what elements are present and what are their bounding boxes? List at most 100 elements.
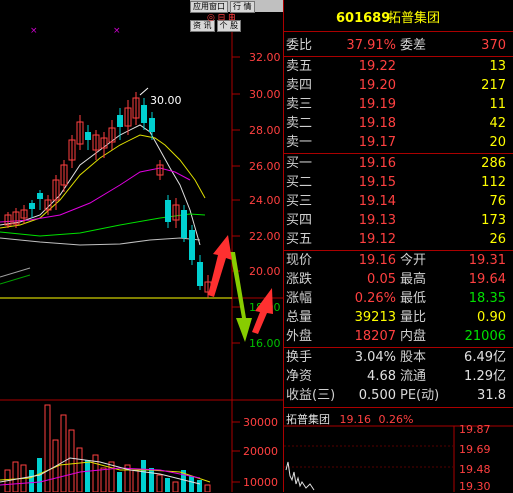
toolbar-button[interactable]: 应用窗口 (190, 1, 228, 13)
fundamental-row: 换手 3.04% 股本 6.49亿 (284, 349, 513, 367)
toolbar: 应用窗口行 情资 讯个 股 (190, 0, 283, 32)
stat-row: 总量 39213 量比 0.90 (284, 309, 513, 327)
price-label: 22.00 (249, 230, 281, 243)
ask-volume: 11 (489, 97, 506, 112)
ask-label: 卖二 (286, 116, 313, 131)
fundamental-value: 3.04% (354, 350, 396, 365)
ma-line-yellow (0, 134, 206, 229)
stat-value: 0.26% (354, 291, 396, 306)
stat-label: 涨跌 (286, 272, 313, 287)
stat-value: 39213 (354, 310, 396, 325)
fundamental-value: 4.68 (367, 369, 396, 384)
bid-row[interactable]: 买四 19.13 173 (284, 212, 513, 230)
window-controls[interactable]: ◎ ⊟ ⊞ (207, 13, 236, 23)
volume-label: 10000 (243, 476, 278, 489)
bid-volume: 76 (489, 194, 506, 209)
stat-row: 涨幅 0.26% 最低 18.35 (284, 290, 513, 308)
fundamental-label: 换手 (286, 350, 313, 365)
kline-chart[interactable]: 32.00 30.00 28.00 26.00 24.00 22.00 20.0… (0, 0, 283, 492)
bid-label: 买一 (286, 156, 313, 171)
ask-row[interactable]: 卖三 19.19 11 (284, 96, 513, 114)
ask-volume: 217 (481, 78, 506, 93)
price-label: 20.00 (249, 265, 281, 278)
ask-label: 卖五 (286, 59, 313, 74)
bid-row[interactable]: 买一 19.16 286 (284, 155, 513, 173)
price-label: 30.00 (249, 88, 281, 101)
price-label: 28.00 (249, 124, 281, 137)
stat-label: 总量 (286, 310, 313, 325)
stat-label: 最低 (400, 291, 427, 306)
fundamental-value: 31.8 (477, 388, 506, 403)
ask-price: 19.20 (358, 78, 396, 93)
committee-diff-label: 委差 (400, 38, 427, 53)
bid-volume: 112 (481, 175, 506, 190)
ma-line-white (0, 124, 201, 246)
stock-header: 601689 拓普集团 (284, 10, 513, 28)
bid-price: 19.12 (358, 232, 396, 247)
mini-axis-label: 19.87 (459, 423, 491, 436)
stat-row: 现价 19.16 今开 19.31 (284, 252, 513, 270)
stat-value: 18.35 (468, 291, 506, 306)
mini-axis-label: 19.69 (459, 443, 491, 456)
volume-label: 20000 (243, 445, 278, 458)
bid-label: 买四 (286, 213, 313, 228)
stat-value: 19.31 (468, 253, 506, 268)
price-label: 24.00 (249, 194, 281, 207)
stock-name: 拓普集团 (388, 11, 441, 26)
bid-row[interactable]: 买三 19.14 76 (284, 193, 513, 211)
ma-line-green (0, 213, 206, 237)
bid-label: 买五 (286, 232, 313, 247)
mini-axis-label: 19.30 (459, 480, 491, 493)
stat-label: 最高 (400, 272, 427, 287)
ma-line-green-bottom (0, 274, 31, 285)
quote-panel: 601689 拓普集团 委比 37.91% 委差 370 卖五 19.22 13… (283, 0, 513, 493)
stat-row: 外盘 18207 内盘 21006 (284, 328, 513, 346)
ask-volume: 13 (489, 59, 506, 74)
committee-ratio-label: 委比 (286, 38, 313, 53)
stat-value: 18207 (354, 329, 396, 344)
ask-price: 19.17 (358, 135, 396, 150)
ask-row[interactable]: 卖二 19.18 42 (284, 115, 513, 133)
marker-icon: × (113, 26, 121, 36)
fundamental-value: 0.500 (358, 388, 396, 403)
stat-label: 现价 (286, 253, 313, 268)
stat-label: 外盘 (286, 329, 313, 344)
fundamental-label: PE(动) (400, 388, 440, 403)
stat-value: 0.05 (367, 272, 396, 287)
ask-volume: 42 (489, 116, 506, 131)
committee-ratio: 37.91% (346, 38, 396, 53)
ask-price: 19.18 (358, 116, 396, 131)
fundamental-label: 收益(三) (286, 388, 336, 403)
stat-value: 21006 (464, 329, 506, 344)
bid-price: 19.15 (358, 175, 396, 190)
up-arrow-icon (208, 235, 232, 297)
candlesticks (4, 92, 212, 298)
committee-diff: 370 (481, 38, 506, 53)
marker-icon: × (30, 26, 38, 36)
stat-value: 19.64 (468, 272, 506, 287)
bid-row[interactable]: 买五 19.12 26 (284, 231, 513, 249)
ask-price: 19.22 (358, 59, 396, 74)
peak-annotation: 30.00 (150, 94, 182, 107)
toolbar-button[interactable]: 行 情 (230, 1, 255, 13)
stat-row: 涨跌 0.05 最高 19.64 (284, 271, 513, 289)
ma-line-magenta (0, 167, 191, 223)
ask-row[interactable]: 卖一 19.17 20 (284, 134, 513, 152)
fundamental-label: 股本 (400, 350, 427, 365)
up-arrow-icon (252, 288, 273, 334)
ask-row[interactable]: 卖五 19.22 13 (284, 58, 513, 76)
stat-value: 0.90 (477, 310, 506, 325)
fundamental-label: 净资 (286, 369, 313, 384)
bid-price: 19.13 (358, 213, 396, 228)
ma-line-gray-bottom (0, 267, 31, 278)
stat-value: 19.16 (358, 253, 396, 268)
fundamental-row: 净资 4.68 流通 1.29亿 (284, 368, 513, 386)
fundamental-label: 流通 (400, 369, 427, 384)
ask-label: 卖一 (286, 135, 313, 150)
ask-row[interactable]: 卖四 19.20 217 (284, 77, 513, 95)
bid-label: 买二 (286, 175, 313, 190)
volume-label: 30000 (243, 416, 278, 429)
stat-label: 量比 (400, 310, 427, 325)
bid-row[interactable]: 买二 19.15 112 (284, 174, 513, 192)
mini-intraday-chart[interactable]: 拓普集团 19.16 0.26% 19.87 19.69 19.48 19.30 (284, 410, 513, 493)
